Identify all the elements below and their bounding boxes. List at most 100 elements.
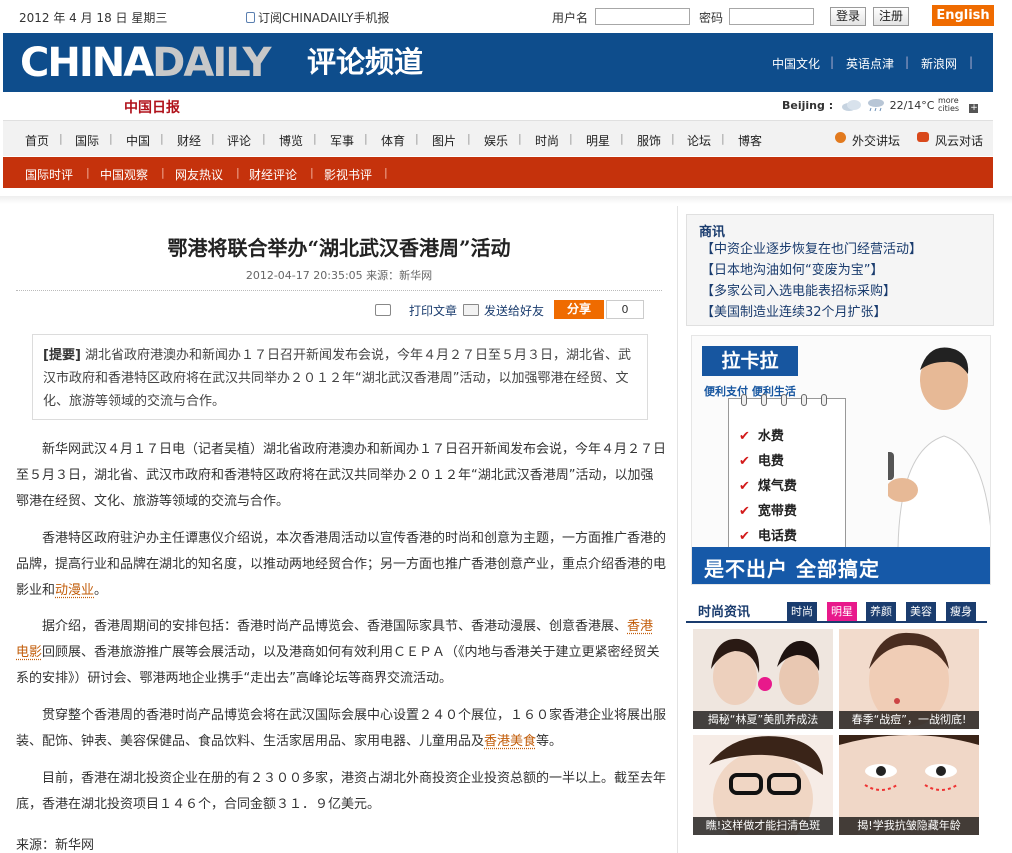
diplomacy-icon bbox=[835, 132, 846, 143]
nav-sep: | bbox=[671, 132, 675, 145]
nav-stars[interactable]: 明星 bbox=[586, 132, 610, 149]
nav-world[interactable]: 国际 bbox=[75, 132, 99, 149]
login-button[interactable]: 登录 bbox=[830, 7, 866, 26]
article-meta: 2012-04-17 20:35:05 来源：新华网 bbox=[245, 269, 433, 282]
news-item[interactable]: 【美国制造业连续32个月扩张】 bbox=[701, 301, 887, 320]
password-input[interactable] bbox=[729, 8, 814, 25]
ring bbox=[781, 394, 787, 406]
article-source: 来源：新华网 bbox=[16, 838, 95, 853]
nav-clothing[interactable]: 服饰 bbox=[637, 132, 661, 149]
tab-fashion[interactable]: 时尚 bbox=[787, 602, 817, 621]
nav-blog[interactable]: 博客 bbox=[738, 132, 762, 149]
nav-sep: | bbox=[364, 132, 368, 145]
check-icon: ✔ bbox=[739, 479, 750, 494]
lakala-ad-banner[interactable]: 拉卡拉 便利支付 便利生活 ✔ 水费 ✔ 电费 ✔ 煤气费 ✔ 宽带费 ✔ 电话费 是不出… bbox=[691, 335, 991, 585]
subnav-film-book[interactable]: 影视书评 bbox=[324, 166, 372, 183]
china-daily-cn-logo: 中国日报 bbox=[124, 100, 180, 116]
nav-finance[interactable]: 财经 bbox=[177, 132, 201, 149]
share-count: 0 bbox=[606, 300, 644, 319]
banner-link-sina[interactable]: 新浪网 bbox=[921, 55, 957, 72]
nav-entertainment[interactable]: 娱乐 bbox=[484, 132, 508, 149]
email-icon[interactable] bbox=[463, 304, 479, 316]
fashion-thumbnail[interactable]: 瞧!这样做才能扫清色斑 bbox=[693, 735, 833, 835]
nav-sep: | bbox=[211, 132, 215, 145]
subnav-sep: | bbox=[161, 166, 165, 179]
nav-sep: | bbox=[262, 132, 266, 145]
print-link[interactable]: 打印文章 bbox=[409, 302, 457, 319]
subscribe-link[interactable]: 订阅CHINADAILY手机报 bbox=[246, 9, 389, 26]
paragraph-text: 回顾展、香港旅游推广展等会展活动，以及港商如何有效利用ＣＥＰＡ（《内地与香港关于… bbox=[16, 645, 660, 686]
fashion-thumbnail[interactable]: 春季“战痘”，一战彻底! bbox=[839, 629, 979, 729]
ring bbox=[801, 394, 807, 406]
subnav-intl-comment[interactable]: 国际时评 bbox=[25, 166, 73, 183]
nav-forum[interactable]: 论坛 bbox=[687, 132, 711, 149]
tab-skincare[interactable]: 养颜 bbox=[866, 602, 896, 621]
article-title: 鄂港将联合举办“湖北武汉香港周”活动 bbox=[167, 236, 511, 260]
subnav-finance-comment[interactable]: 财经评论 bbox=[249, 166, 297, 183]
tab-beauty[interactable]: 美容 bbox=[906, 602, 936, 621]
fashion-thumbnail[interactable]: 揭!学我抗皱隐藏年龄 bbox=[839, 735, 979, 835]
english-button[interactable]: English bbox=[932, 5, 994, 26]
ring bbox=[741, 394, 747, 406]
nav-home[interactable]: 首页 bbox=[25, 132, 49, 149]
password-label: 密码 bbox=[699, 11, 724, 25]
banner-link-english[interactable]: 英语点津 bbox=[846, 55, 894, 72]
weather-city: Beijing : bbox=[782, 99, 834, 112]
ad-check-item: ✔ 电话费 bbox=[739, 529, 797, 544]
thumb-caption: 春季“战痘”，一战彻底! bbox=[839, 711, 979, 729]
nav-sep: | bbox=[569, 132, 573, 145]
subscribe-text: 订阅CHINADAILY手机报 bbox=[258, 11, 390, 25]
banner-sep: | bbox=[969, 55, 974, 69]
nav-military[interactable]: 军事 bbox=[330, 132, 354, 149]
summary-text: 湖北省政府港澳办和新闻办１７日召开新闻发布会说，今年４月２７日至５月３日，湖北省… bbox=[43, 348, 632, 409]
ad-check-item: ✔ 电费 bbox=[739, 454, 784, 469]
nav-sports[interactable]: 体育 bbox=[381, 132, 405, 149]
send-friend-link[interactable]: 发送给好友 bbox=[484, 302, 544, 319]
subnav-china-watch[interactable]: 中国观察 bbox=[100, 166, 148, 183]
nav-china[interactable]: 中国 bbox=[126, 132, 150, 149]
nav-fashion[interactable]: 时尚 bbox=[535, 132, 559, 149]
weather-widget: Beijing : 22/14°C more cities + bbox=[782, 97, 979, 113]
news-item[interactable]: 【中资企业逐步恢复在也门经营活动】 bbox=[701, 238, 922, 257]
register-button[interactable]: 注册 bbox=[873, 7, 909, 26]
article-paragraph: 新华网武汉４月１７日电（记者吴植）湖北省政府港澳办和新闻办１７日召开新闻发布会说… bbox=[16, 442, 667, 509]
nav-photos[interactable]: 图片 bbox=[432, 132, 456, 149]
plus-icon[interactable]: + bbox=[969, 104, 979, 113]
ad-check-item: ✔ 水费 bbox=[739, 429, 784, 444]
nav-sep: | bbox=[313, 132, 317, 145]
subnav-sep: | bbox=[236, 166, 240, 179]
chinadaily-logo[interactable]: CHINADAILY bbox=[20, 41, 271, 85]
subnav-netizen[interactable]: 网友热议 bbox=[175, 166, 223, 183]
banner-link-culture[interactable]: 中国文化 bbox=[772, 55, 820, 72]
nav-opinion[interactable]: 评论 bbox=[227, 132, 251, 149]
keyword-link-hk-food[interactable]: 香港美食 bbox=[484, 734, 536, 749]
share-button[interactable]: 分享 bbox=[554, 300, 604, 319]
main-nav: 首页 | 国际 | 中国 | 财经 | 评论 | 博览 | 军事 | 体育 | … bbox=[3, 120, 993, 156]
article-paragraph: 据介绍，香港周期间的安排包括：香港时尚产品博览会、香港国际家具节、香港动漫展、创… bbox=[16, 614, 666, 692]
keyword-link-animation[interactable]: 动漫业 bbox=[55, 583, 94, 598]
username-input[interactable] bbox=[595, 8, 690, 25]
check-icon: ✔ bbox=[739, 529, 750, 544]
nav-expo[interactable]: 博览 bbox=[279, 132, 303, 149]
date-text: 2012 年 4 月 18 日 星期三 bbox=[19, 11, 168, 25]
comment-icon[interactable] bbox=[375, 304, 391, 316]
channel-title: 评论频道 bbox=[307, 45, 424, 79]
cloud-icon bbox=[841, 100, 861, 111]
thumb-caption: 揭秘“林夏”美肌养成法 bbox=[693, 711, 833, 729]
sub-nav: 国际时评 | 中国观察 | 网友热议 | 财经评论 | 影视书评 | bbox=[3, 157, 993, 188]
fashion-thumbnail[interactable]: 揭秘“林夏”美肌养成法 bbox=[693, 629, 833, 729]
nav-sep: | bbox=[415, 132, 419, 145]
phone-icon bbox=[246, 12, 255, 23]
news-item[interactable]: 【多家公司入选电能表招标采购】 bbox=[701, 280, 896, 299]
nav-diplomacy-forum[interactable]: 外交讲坛 bbox=[852, 132, 900, 149]
tab-stars[interactable]: 明星 bbox=[827, 602, 857, 621]
paragraph-text: 据介绍，香港周期间的安排包括：香港时尚产品博览会、香港国际家具节、香港动漫展、创… bbox=[42, 619, 628, 634]
weather-temp: 22/14°C bbox=[889, 99, 935, 112]
nav-dialogue[interactable]: 风云对话 bbox=[935, 132, 983, 149]
more-cities-link[interactable]: more cities bbox=[938, 97, 966, 113]
banner-sep: | bbox=[905, 55, 910, 69]
tab-slimming[interactable]: 瘦身 bbox=[946, 602, 976, 621]
article-summary: [提要] 湖北省政府港澳办和新闻办１７日召开新闻发布会说，今年４月２７日至５月３… bbox=[32, 334, 648, 420]
article-paragraph: 贯穿整个香港周的香港时尚产品博览会将在武汉国际会展中心设置２４０个展位，１６０家… bbox=[16, 703, 666, 755]
news-item[interactable]: 【日本地沟油如何“变废为宝”】 bbox=[701, 259, 883, 278]
